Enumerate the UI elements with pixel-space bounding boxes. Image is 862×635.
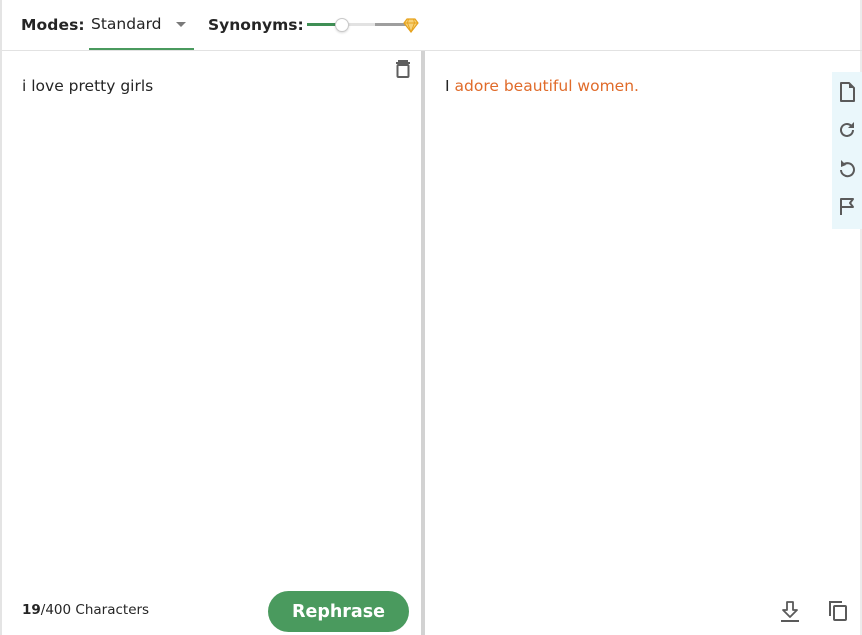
output-changed-phrase[interactable]: adore beautiful women. <box>455 77 639 95</box>
output-toolbar <box>832 72 862 229</box>
slider-thumb[interactable] <box>335 18 349 32</box>
character-counter: 19/400 Characters <box>22 602 149 618</box>
diamond-icon <box>403 17 419 33</box>
trash-icon[interactable] <box>392 57 414 79</box>
download-icon[interactable] <box>779 600 801 624</box>
rephrase-button[interactable]: Rephrase <box>268 591 409 632</box>
undo-icon[interactable] <box>836 157 858 179</box>
output-panel: I adore beautiful women. <box>425 51 862 635</box>
input-textarea[interactable]: i love pretty girls <box>22 77 153 95</box>
flag-icon[interactable] <box>836 195 858 217</box>
synonyms-label: Synonyms: <box>208 16 304 34</box>
character-count-value: 19 <box>22 602 41 618</box>
output-text[interactable]: I adore beautiful women. <box>445 77 639 95</box>
output-unchanged-word: I <box>445 77 450 95</box>
mode-dropdown[interactable]: Standard <box>89 0 194 50</box>
input-panel: i love pretty girls 19/400 Characters Re… <box>2 51 421 635</box>
redo-icon[interactable] <box>836 119 858 141</box>
paraphraser-app: Modes: Standard Synonyms: i love pretty … <box>0 0 862 635</box>
copy-icon[interactable] <box>827 599 849 623</box>
chevron-down-icon <box>176 22 186 27</box>
toolbar: Modes: Standard Synonyms: <box>2 0 862 51</box>
mode-selected-value: Standard <box>91 15 162 33</box>
document-icon[interactable] <box>836 81 858 103</box>
synonyms-slider[interactable] <box>307 17 419 33</box>
modes-label: Modes: <box>21 16 85 34</box>
character-limit: /400 Characters <box>40 602 150 618</box>
